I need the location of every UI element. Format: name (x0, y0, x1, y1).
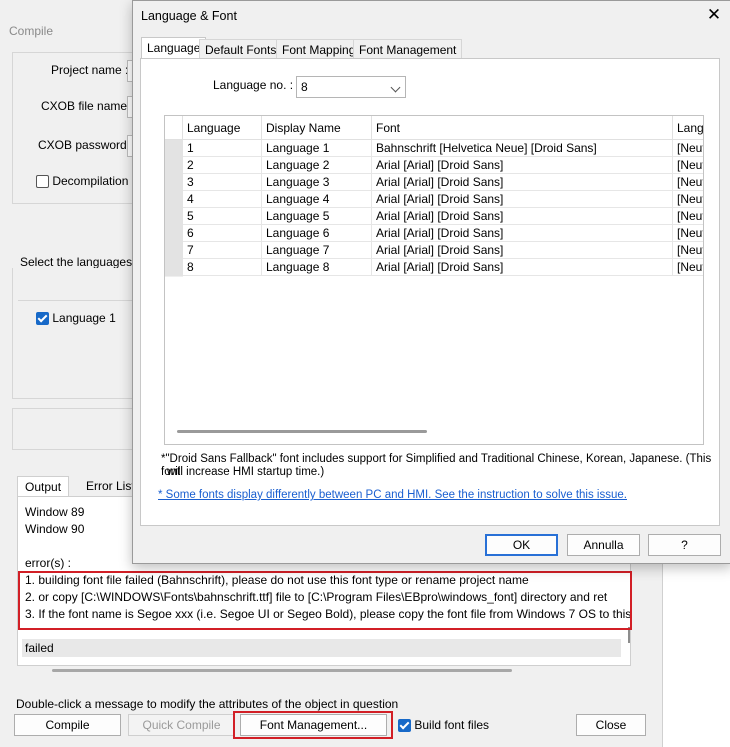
cell-font[interactable]: Arial [Arial] [Droid Sans] (372, 174, 673, 191)
tab-output[interactable]: Output (17, 476, 70, 497)
language-no-select[interactable]: 8 (296, 76, 406, 98)
compile-window-title: Compile (9, 24, 54, 38)
cell-font[interactable]: Arial [Arial] [Droid Sans] (372, 259, 673, 276)
dialog-close-icon[interactable]: ✕ (701, 4, 727, 26)
language-tab-panel: Language no. : 8 Language Display Name F… (140, 58, 720, 526)
close-button[interactable]: Close (576, 714, 646, 736)
failed-line: failed (25, 641, 54, 655)
language-1-checkbox[interactable] (36, 312, 49, 326)
chevron-down-icon (390, 82, 401, 93)
cell-lang[interactable]: 2 (183, 157, 262, 174)
language-1-option[interactable]: Language 1 (36, 311, 116, 326)
row-header[interactable] (165, 191, 183, 209)
cell-lang[interactable]: 6 (183, 225, 262, 242)
cell-name[interactable]: Language 6 (262, 225, 372, 242)
cell-font[interactable]: Arial [Arial] [Droid Sans] (372, 157, 673, 174)
tab-font-management[interactable]: Font Management (353, 39, 463, 60)
log-line: error(s) : (25, 556, 71, 570)
column-header-language-extra[interactable]: Langu (673, 116, 703, 140)
cell-lang[interactable]: 4 (183, 191, 262, 208)
build-font-files-label: Build font files (414, 718, 490, 732)
log-line: Window 89 (25, 505, 85, 519)
cell-extra[interactable]: [Neut (673, 225, 703, 242)
cell-extra[interactable]: [Neut (673, 242, 703, 259)
cell-name[interactable]: Language 4 (262, 191, 372, 208)
language-no-label: Language no. : (213, 78, 294, 92)
language-1-label: Language 1 (52, 311, 116, 325)
font-management-button[interactable]: Font Management... (240, 714, 387, 736)
cell-font[interactable]: Arial [Arial] [Droid Sans] (372, 208, 673, 225)
row-header[interactable] (165, 208, 183, 226)
cell-name[interactable]: Language 1 (262, 140, 372, 157)
cell-font[interactable]: Bahnschrift [Helvetica Neue] [Droid Sans… (372, 140, 673, 157)
cell-font[interactable]: Arial [Arial] [Droid Sans] (372, 225, 673, 242)
decompilation-checkbox[interactable] (36, 175, 49, 189)
cell-extra[interactable]: [Neut (673, 140, 703, 157)
table-hscroll-thumb[interactable] (177, 430, 427, 433)
output-hscroll-thumb[interactable] (52, 669, 512, 672)
row-header[interactable] (165, 140, 183, 158)
cell-font[interactable]: Arial [Arial] [Droid Sans] (372, 242, 673, 259)
log-line: Window 90 (25, 522, 85, 536)
dialog-title: Language & Font (141, 9, 237, 23)
column-header-font[interactable]: Font (372, 116, 673, 140)
build-font-files-option[interactable]: Build font files (398, 718, 490, 733)
cell-name[interactable]: Language 8 (262, 259, 372, 276)
cell-extra[interactable]: [Neut (673, 191, 703, 208)
row-header[interactable] (165, 225, 183, 243)
cell-name[interactable]: Language 2 (262, 157, 372, 174)
cell-extra[interactable]: [Neut (673, 259, 703, 276)
cell-lang[interactable]: 5 (183, 208, 262, 225)
column-header-language[interactable]: Language (183, 116, 262, 140)
tab-language[interactable]: Language (141, 37, 207, 60)
cell-name[interactable]: Language 3 (262, 174, 372, 191)
error-highlight-box (18, 571, 632, 630)
log-line-selected[interactable]: failed (22, 639, 621, 657)
cell-lang[interactable]: 8 (183, 259, 262, 276)
cxob-file-name-label: CXOB file name : (41, 99, 134, 113)
cell-extra[interactable]: [Neut (673, 208, 703, 225)
help-button[interactable]: ? (648, 534, 721, 556)
hint-text: Double-click a message to modify the att… (16, 697, 399, 711)
tab-default-fonts[interactable]: Default Fonts (199, 39, 283, 60)
tab-font-mapping[interactable]: Font Mapping (276, 39, 362, 60)
languages-divider (18, 300, 132, 301)
cell-name[interactable]: Language 7 (262, 242, 372, 259)
project-name-label: Project name : (51, 63, 129, 77)
languages-group-label: Select the languages us (20, 255, 149, 269)
cxob-password-label: CXOB password : (38, 138, 134, 152)
cancel-button[interactable]: Annulla (567, 534, 640, 556)
cell-font[interactable]: Arial [Arial] [Droid Sans] (372, 191, 673, 208)
quick-compile-button[interactable]: Quick Compile (128, 714, 235, 736)
column-header-display-name[interactable]: Display Name (262, 116, 372, 140)
table-corner (165, 116, 183, 140)
row-header[interactable] (165, 242, 183, 260)
font-instruction-link[interactable]: * Some fonts display differently between… (158, 489, 627, 501)
language-table[interactable]: Language Display Name Font Langu 1Langua… (164, 115, 704, 445)
cell-lang[interactable]: 7 (183, 242, 262, 259)
language-no-value: 8 (301, 80, 308, 94)
language-font-dialog: Language & Font ✕ Language Default Fonts… (132, 0, 730, 564)
row-header[interactable] (165, 157, 183, 175)
row-header[interactable] (165, 259, 183, 277)
droid-sans-note-line2: will increase HMI startup time.) (167, 466, 325, 478)
cell-extra[interactable]: [Neut (673, 174, 703, 191)
cell-lang[interactable]: 3 (183, 174, 262, 191)
build-font-files-checkbox[interactable] (398, 719, 411, 733)
ok-button[interactable]: OK (485, 534, 558, 556)
cell-name[interactable]: Language 5 (262, 208, 372, 225)
cell-lang[interactable]: 1 (183, 140, 262, 157)
row-header[interactable] (165, 174, 183, 192)
compile-button[interactable]: Compile (14, 714, 121, 736)
cell-extra[interactable]: [Neut (673, 157, 703, 174)
